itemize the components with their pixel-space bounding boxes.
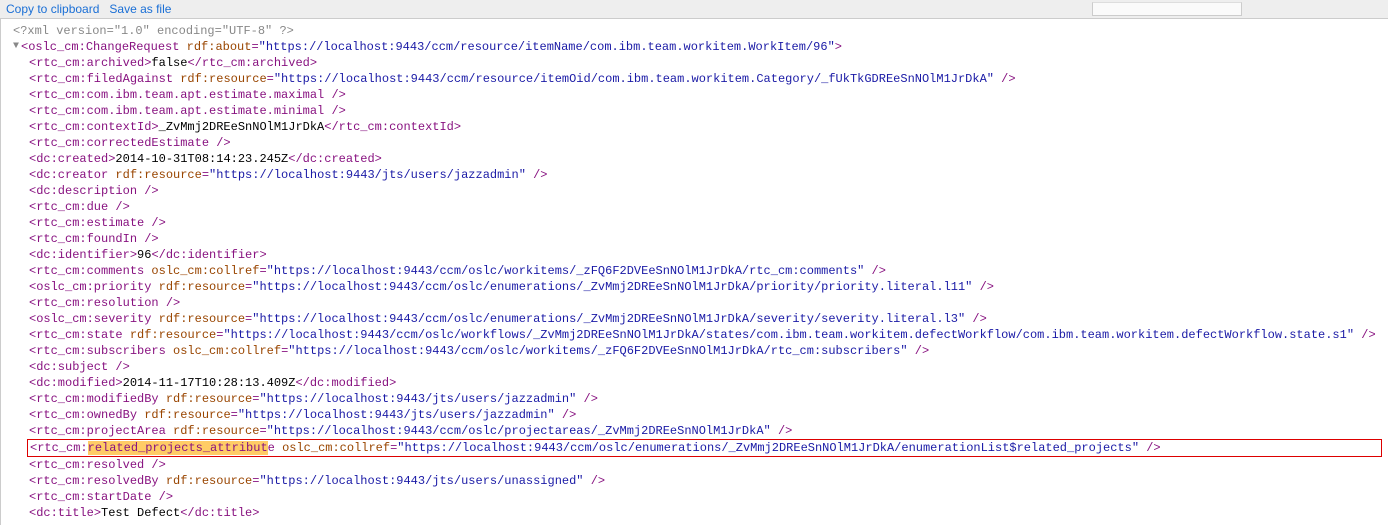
- xml-element: <rtc_cm:filedAgainst rdf:resource="https…: [5, 71, 1382, 87]
- xml-element: <rtc_cm:subscribers oslc_cm:collref="htt…: [5, 343, 1382, 359]
- xml-element: <rtc_cm:com.ibm.team.apt.estimate.minima…: [5, 103, 1382, 119]
- xml-element: <oslc_cm:priority rdf:resource="https://…: [5, 279, 1382, 295]
- xml-processing-instruction: <?xml version="1.0" encoding="UTF-8" ?>: [5, 23, 1382, 39]
- expand-toggle-icon[interactable]: ▼: [13, 39, 21, 55]
- tab-stub: [1092, 2, 1242, 16]
- xml-element: <rtc_cm:resolution />: [5, 295, 1382, 311]
- xml-element: <rtc_cm:resolved />: [5, 457, 1382, 473]
- xml-element: <dc:identifier>96</dc:identifier>: [5, 247, 1382, 263]
- xml-element: <rtc_cm:comments oslc_cm:collref="https:…: [5, 263, 1382, 279]
- xml-element: <rtc_cm:due />: [5, 199, 1382, 215]
- xml-element: <dc:creator rdf:resource="https://localh…: [5, 167, 1382, 183]
- xml-element: <rtc_cm:ownedBy rdf:resource="https://lo…: [5, 407, 1382, 423]
- xml-element: <oslc_cm:severity rdf:resource="https://…: [5, 311, 1382, 327]
- xml-element: <rtc_cm:archived>false</rtc_cm:archived>: [5, 55, 1382, 71]
- xml-element: <rtc_cm:modifiedBy rdf:resource="https:/…: [5, 391, 1382, 407]
- xml-element: <rtc_cm:com.ibm.team.apt.estimate.maxima…: [5, 87, 1382, 103]
- xml-element: <dc:modified>2014-11-17T10:28:13.409Z</d…: [5, 375, 1382, 391]
- xml-element: <rtc_cm:state rdf:resource="https://loca…: [5, 327, 1382, 343]
- toolbar-left: Copy to clipboard Save as file: [6, 2, 171, 16]
- xml-element: <rtc_cm:projectArea rdf:resource="https:…: [5, 423, 1382, 439]
- xml-element: <rtc_cm:correctedEstimate />: [5, 135, 1382, 151]
- xml-element: <dc:subject />: [5, 359, 1382, 375]
- highlighted-tag-text: related_projects_attribut: [88, 441, 268, 455]
- xml-element: <rtc_cm:startDate />: [5, 489, 1382, 505]
- xml-element: <rtc_cm:contextId>_ZvMmj2DREeSnNOlM1JrDk…: [5, 119, 1382, 135]
- xml-viewer: <?xml version="1.0" encoding="UTF-8" ?> …: [1, 19, 1388, 525]
- xml-element: <rtc_cm:resolvedBy rdf:resource="https:/…: [5, 473, 1382, 489]
- xml-element: <dc:description />: [5, 183, 1382, 199]
- toolbar: Copy to clipboard Save as file: [0, 0, 1388, 19]
- xml-element: <dc:title>Test Defect</dc:title>: [5, 505, 1382, 521]
- save-as-file-link[interactable]: Save as file: [109, 2, 171, 16]
- highlighted-related-projects-line: <rtc_cm:related_projects_attribute oslc_…: [27, 439, 1382, 457]
- root-element: ▼<oslc_cm:ChangeRequest rdf:about="https…: [5, 39, 1382, 55]
- xml-element: <rtc_cm:estimate />: [5, 215, 1382, 231]
- xml-element: <dc:created>2014-10-31T08:14:23.245Z</dc…: [5, 151, 1382, 167]
- xml-element: <rtc_cm:foundIn />: [5, 231, 1382, 247]
- copy-to-clipboard-link[interactable]: Copy to clipboard: [6, 2, 99, 16]
